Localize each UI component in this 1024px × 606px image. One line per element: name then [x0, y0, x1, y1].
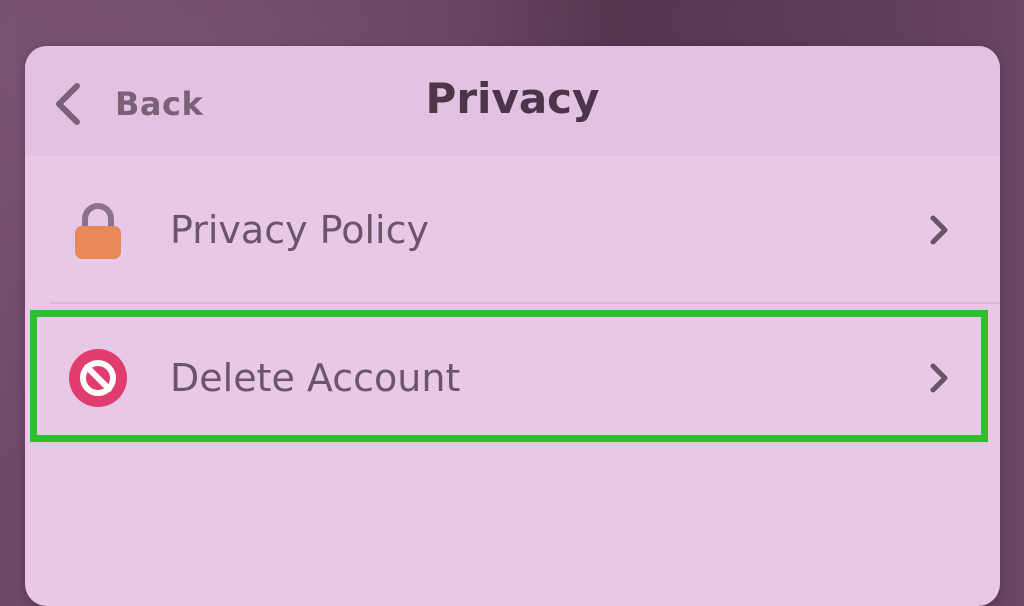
- privacy-screen: Back Privacy Privacy Policy Delete Accou…: [25, 46, 1000, 606]
- list-item-privacy-policy[interactable]: Privacy Policy: [25, 156, 1000, 304]
- settings-list: Privacy Policy Delete Account: [25, 156, 1000, 452]
- chevron-right-icon: [930, 363, 948, 393]
- list-item-label: Delete Account: [170, 356, 461, 400]
- list-item-delete-account[interactable]: Delete Account: [25, 304, 1000, 452]
- page-title: Privacy: [425, 74, 600, 123]
- chevron-right-icon: [930, 215, 948, 245]
- navigation-bar: Back Privacy: [25, 46, 1000, 156]
- lock-icon: [67, 199, 129, 261]
- list-item-label: Privacy Policy: [170, 208, 429, 252]
- prohibited-icon: [67, 347, 129, 409]
